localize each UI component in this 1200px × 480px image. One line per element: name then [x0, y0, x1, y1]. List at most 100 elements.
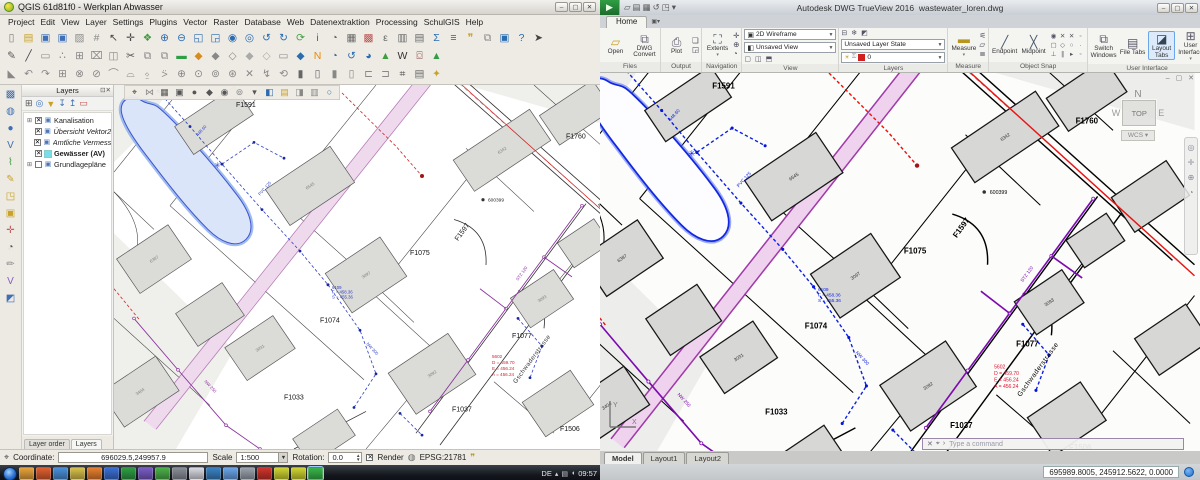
toolbar-icon[interactable]: ● — [188, 86, 201, 99]
toolbar-icon[interactable]: ❞ — [463, 31, 478, 46]
toolbar-icon[interactable]: ◩ — [3, 292, 19, 306]
toolbar-icon[interactable]: ↺ — [259, 31, 274, 46]
osnap-mode-icon[interactable]: ◦ — [1076, 32, 1085, 41]
combo-arrow-icon[interactable]: ▼ — [278, 453, 287, 462]
toolbar-icon[interactable]: ▤ — [278, 86, 291, 99]
toolbar-icon[interactable]: ◕ — [361, 49, 376, 64]
osnap-mode-icon[interactable]: ✕ — [1067, 32, 1076, 41]
toolbar-icon[interactable]: ◎ — [242, 31, 257, 46]
menu-view[interactable]: View — [58, 17, 82, 27]
toolbar-icon[interactable]: ⧉ — [140, 49, 155, 64]
toolbar-icon[interactable]: ▲ — [429, 49, 444, 64]
toolbar-icon[interactable]: W — [395, 49, 410, 64]
application-menu-button[interactable]: ▶ — [600, 0, 620, 15]
layer-visibility-checkbox[interactable]: ✕ — [34, 139, 41, 146]
maximize-button[interactable]: ▢ — [1171, 3, 1184, 13]
toolbar-icon[interactable]: ↖ — [106, 31, 121, 46]
switch-windows-button[interactable]: ⧉Switch Windows — [1090, 32, 1117, 59]
layer-expander[interactable]: ⊞ — [26, 161, 33, 168]
layers-panel-tool-icon[interactable]: ↧ — [58, 98, 66, 109]
taskbar-app-icon[interactable] — [257, 467, 272, 480]
toolbar-icon[interactable]: ◆ — [191, 49, 206, 64]
toolbar-icon[interactable]: ● — [3, 122, 19, 136]
toolbar-icon[interactable]: ◆ — [203, 86, 216, 99]
toolbar-icon[interactable]: ⊐ — [378, 67, 393, 82]
taskbar-app-icon[interactable] — [240, 467, 255, 480]
coordinate-input[interactable]: 696029.5,249957.9 — [58, 452, 208, 463]
menu-layer[interactable]: Layer — [82, 17, 109, 27]
taskbar-app-icon[interactable] — [308, 467, 323, 480]
full-nav-wheel-icon[interactable]: ◎ — [1188, 143, 1195, 152]
viewcube-top-face[interactable]: TOP — [1122, 100, 1156, 126]
toolbar-icon[interactable]: ✦ — [429, 67, 444, 82]
taskbar-app-icon[interactable] — [87, 467, 102, 480]
toolbar-icon[interactable]: ▮ — [293, 67, 308, 82]
toolbar-icon[interactable]: ⊘ — [89, 67, 104, 82]
taskbar-app-icon[interactable] — [121, 467, 136, 480]
taskbar-app-icon[interactable] — [274, 467, 289, 480]
taskbar-app-icon[interactable] — [155, 467, 170, 480]
minimize-button[interactable]: ‒ — [555, 2, 568, 12]
toolbar-icon[interactable]: ▣ — [497, 31, 512, 46]
toolbar-icon[interactable]: ▱ — [624, 2, 631, 13]
panel-tab-layers[interactable]: Layers — [71, 439, 102, 449]
toolbar-icon[interactable]: ⌼ — [412, 49, 427, 64]
toolbar-icon[interactable]: ✛ — [3, 224, 19, 238]
toolbar-icon[interactable]: ◳ — [662, 2, 670, 13]
toolbar-icon[interactable]: ▾ — [248, 86, 261, 99]
menu-processing[interactable]: Processing — [373, 17, 421, 27]
toolbar-icon[interactable]: ⊖ — [174, 31, 189, 46]
toolbar-icon[interactable]: V — [3, 139, 19, 153]
toolbar-icon[interactable]: ↯ — [259, 67, 274, 82]
layer-dropdown[interactable]: ☀⚿0▼ — [841, 52, 945, 63]
toolbar-icon[interactable]: ◔ — [3, 241, 19, 255]
command-line-icon[interactable]: › — [943, 440, 945, 448]
list-icon[interactable]: ≣ — [979, 50, 986, 58]
toolbar-icon[interactable]: ⊏ — [361, 67, 376, 82]
coordinate-capture-icon[interactable]: ⌖ — [4, 452, 9, 463]
epsg-status[interactable]: EPSG:21781 — [420, 453, 467, 462]
drawing-window-controls[interactable]: ‒ ▢ ✕ — [1166, 74, 1196, 82]
toolbar-icon[interactable]: ▨ — [72, 31, 87, 46]
viewcube-east[interactable]: E — [1158, 108, 1164, 118]
minimize-button[interactable]: ‒ — [1157, 3, 1170, 13]
toolbar-icon[interactable]: ▭ — [276, 49, 291, 64]
toolbar-icon[interactable]: ◔ — [327, 49, 342, 64]
toolbar-icon[interactable]: ▩ — [361, 31, 376, 46]
toolbar-icon[interactable]: ⍩ — [157, 67, 172, 82]
toolbar-icon[interactable]: ⧉ — [480, 31, 495, 46]
toolbar-icon[interactable]: ▦ — [344, 31, 359, 46]
toolbar-icon[interactable]: ✎ — [3, 173, 19, 187]
taskbar-app-icon[interactable] — [172, 467, 187, 480]
toolbar-icon[interactable]: ◨ — [293, 86, 306, 99]
layers-panel-tool-icon[interactable]: ▼ — [46, 99, 55, 109]
toolbar-icon[interactable]: ▭ — [38, 49, 53, 64]
viewport-icon[interactable]: ▢ — [744, 55, 751, 63]
menu-plugins[interactable]: Plugins — [146, 17, 180, 27]
menu-raster[interactable]: Raster — [210, 17, 241, 27]
toolbar-icon[interactable]: ▣ — [55, 31, 70, 46]
toolbar-icon[interactable]: ▦ — [158, 86, 171, 99]
toolbar-icon[interactable]: ◇ — [259, 49, 274, 64]
batch-plot-icon[interactable]: ❏ — [692, 37, 699, 45]
visual-styles-icon[interactable]: ⬒ — [766, 55, 773, 63]
toolbar-icon[interactable]: ▯ — [344, 67, 359, 82]
toolbar-icon[interactable]: ≡ — [446, 31, 461, 46]
toolbar-icon[interactable]: ▤ — [21, 31, 36, 46]
menu-edit[interactable]: Edit — [37, 17, 58, 27]
viewcube[interactable]: N W TOP E WCS ▾ — [1110, 89, 1166, 141]
taskbar-app-icon[interactable] — [104, 467, 119, 480]
toolbar-icon[interactable]: ⊚ — [208, 67, 223, 82]
tray-expand-icon[interactable]: ▴ — [555, 470, 559, 478]
toolbar-icon[interactable]: ✎ — [4, 49, 19, 64]
toolbar-icon[interactable]: ⊕ — [157, 31, 172, 46]
layers-panel-tool-icon[interactable]: ↥ — [69, 98, 77, 109]
toolbar-icon[interactable]: ▤ — [412, 31, 427, 46]
pan-icon[interactable]: ✛ — [733, 32, 739, 40]
toolbar-icon[interactable]: ⊕ — [174, 67, 189, 82]
taskbar-app-icon[interactable] — [291, 467, 306, 480]
toolbar-icon[interactable]: ◍ — [3, 105, 19, 119]
toolbar-icon[interactable]: ✂ — [123, 49, 138, 64]
visual-style-dropdown[interactable]: ▣2D Wireframe▼ — [744, 29, 836, 40]
midpoint-snap-button[interactable]: ╳Midpoint — [1020, 35, 1047, 56]
